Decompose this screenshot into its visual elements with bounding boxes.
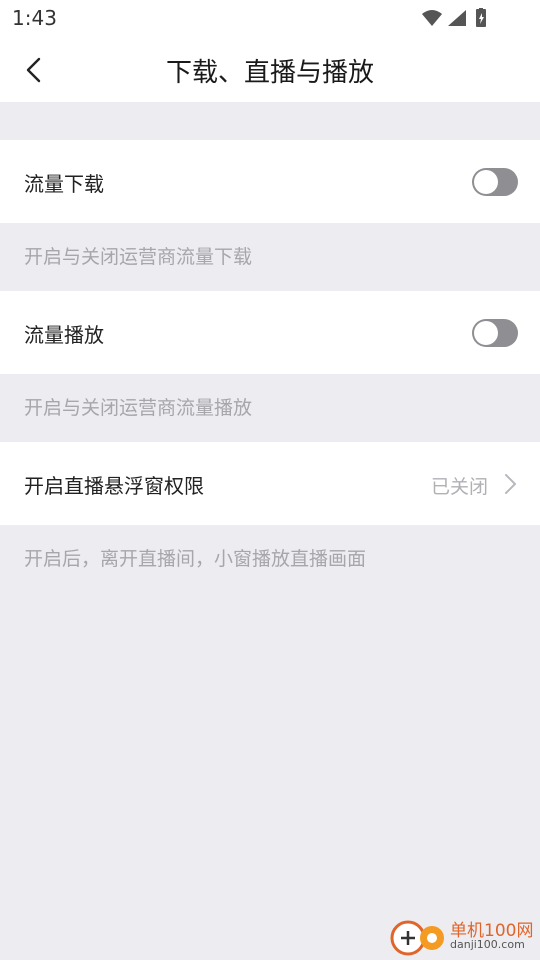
flow-download-description: 开启与关闭运营商流量下载 xyxy=(24,246,253,268)
live-floating-window-value: 已关闭 xyxy=(430,476,488,498)
status-bar: 1:43 xyxy=(0,0,540,36)
flow-download-row[interactable]: 流量下载 xyxy=(0,140,540,223)
flow-playback-label: 流量播放 xyxy=(24,323,104,347)
flow-playback-toggle[interactable] xyxy=(472,319,518,347)
signal-icon xyxy=(448,10,466,26)
live-floating-window-row[interactable]: 开启直播悬浮窗权限 已关闭 xyxy=(0,442,540,525)
battery-icon xyxy=(476,7,486,27)
flow-playback-row[interactable]: 流量播放 xyxy=(0,291,540,374)
nav-bar: 下载、直播与播放 xyxy=(0,36,540,102)
toggle-knob xyxy=(474,321,498,345)
status-time: 1:43 xyxy=(12,6,57,30)
flow-playback-description: 开启与关闭运营商流量播放 xyxy=(24,397,253,419)
flow-download-label: 流量下载 xyxy=(24,172,104,196)
toggle-knob xyxy=(474,170,498,194)
page-title: 下载、直播与播放 xyxy=(165,58,374,88)
wifi-icon xyxy=(422,10,442,26)
live-floating-window-description: 开启后，离开直播间，小窗播放直播画面 xyxy=(24,548,367,570)
flow-download-toggle[interactable] xyxy=(472,168,518,196)
watermark-logo-icon xyxy=(390,920,444,956)
chevron-right-icon xyxy=(505,474,516,494)
status-icons xyxy=(420,7,500,28)
live-floating-window-label: 开启直播悬浮窗权限 xyxy=(24,474,204,498)
watermark-url: danji100.com xyxy=(450,938,525,951)
watermark: 单机100网 danji100.com xyxy=(388,914,538,958)
